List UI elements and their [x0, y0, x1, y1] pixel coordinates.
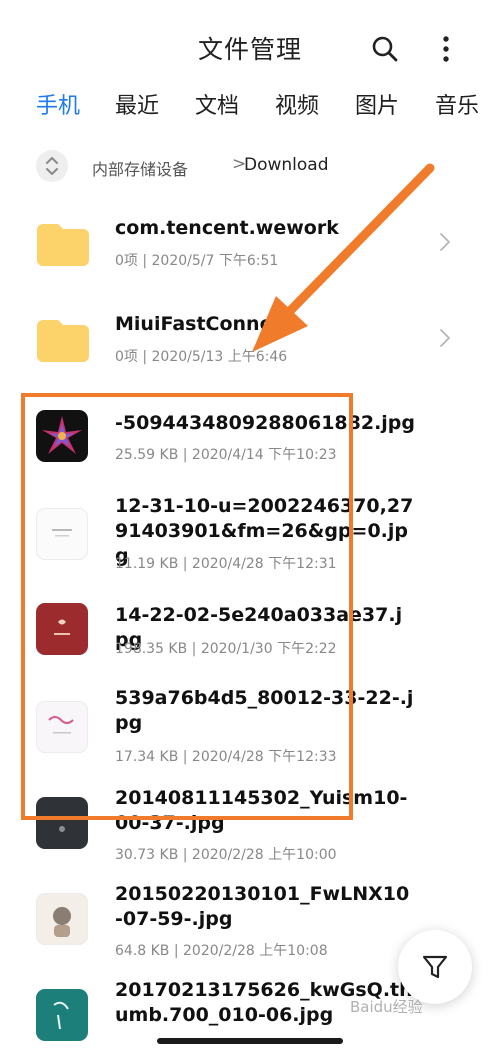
filter-button[interactable] — [398, 930, 472, 1004]
home-indicator[interactable] — [157, 1038, 343, 1044]
filter-icon — [422, 955, 448, 979]
annotation-arrow-icon — [252, 163, 435, 352]
watermark: Baidu经验 — [350, 998, 423, 1016]
